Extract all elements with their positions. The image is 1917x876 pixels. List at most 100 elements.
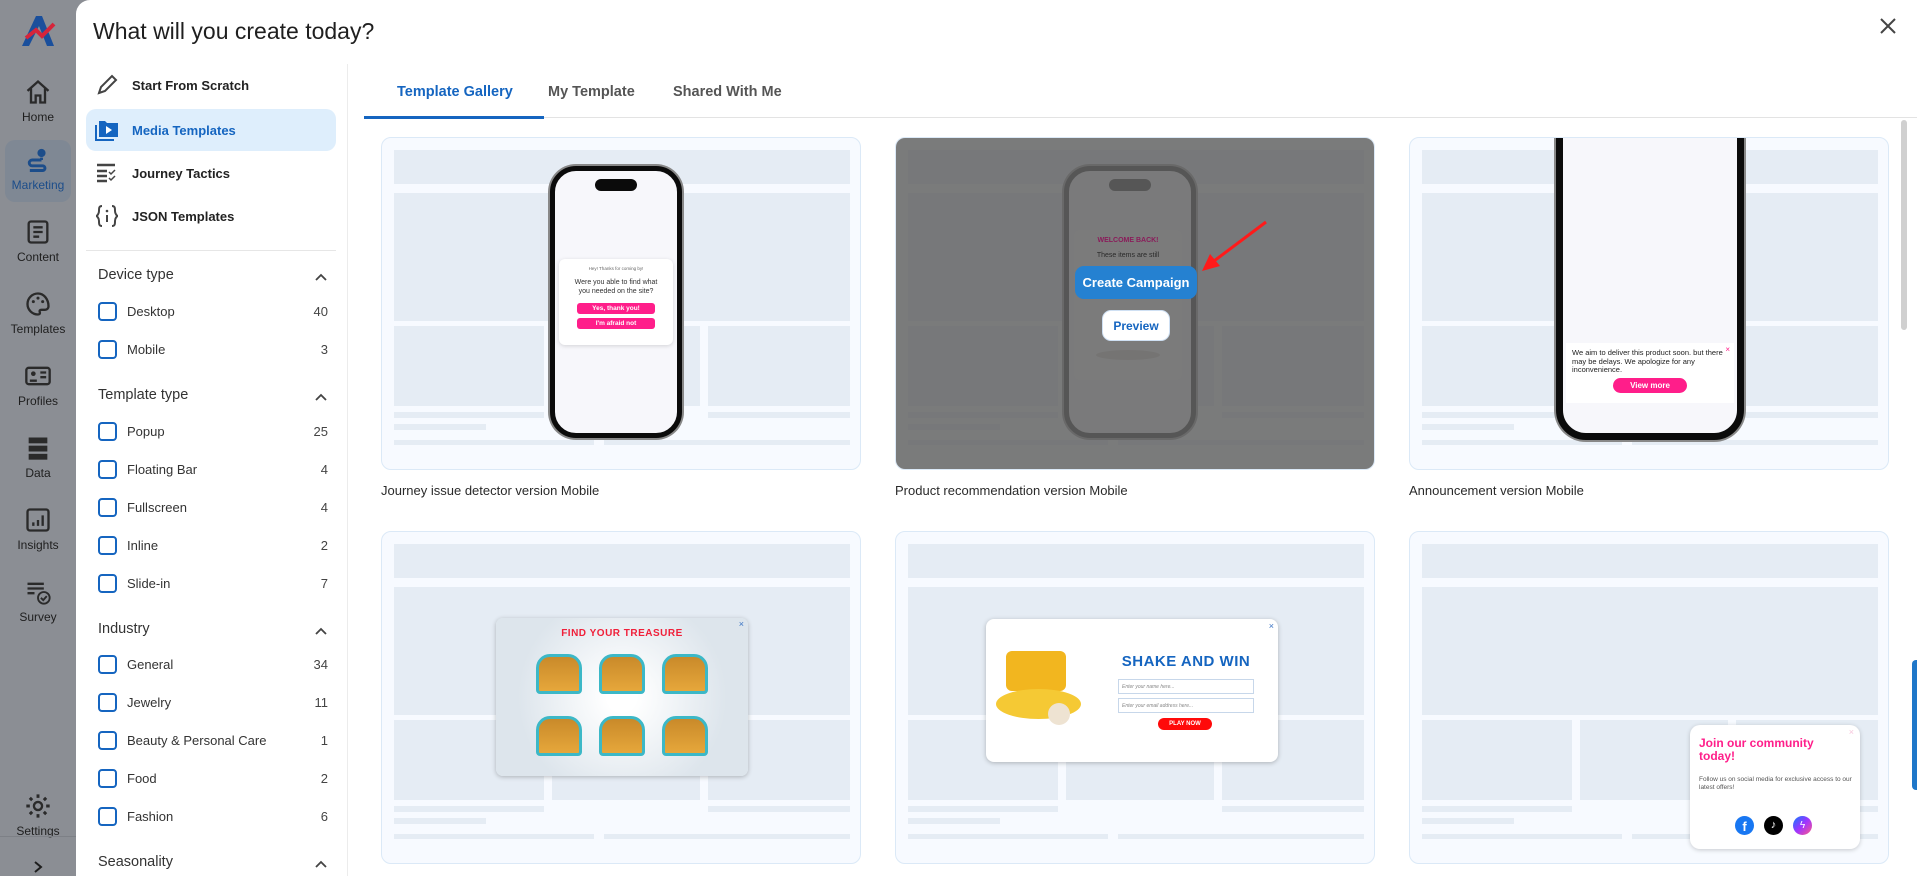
filter-checkbox[interactable]: Mobile 3 — [98, 338, 328, 360]
chevron-up-icon[interactable] — [314, 390, 328, 404]
filter-checkbox[interactable]: General 34 — [98, 653, 328, 675]
treasure-chest-icon — [536, 716, 582, 756]
filter-label: Inline — [127, 537, 159, 553]
nav-survey[interactable]: Survey — [5, 572, 71, 634]
filter-checkbox[interactable]: Floating Bar 4 — [98, 458, 328, 480]
document-icon — [27, 220, 49, 244]
checkbox[interactable] — [98, 459, 117, 479]
phone-mockup: Hey! Thanks for coming by! Were you able… — [550, 166, 682, 438]
nav-insights[interactable]: Insights — [5, 500, 71, 562]
checkbox[interactable] — [98, 768, 117, 788]
skeleton-block — [1422, 400, 1572, 406]
treasure-chest-icon — [662, 654, 708, 694]
popup-preview: Join our community today! Follow us on s… — [1690, 725, 1860, 849]
create-campaign-button[interactable]: Create Campaign — [1075, 266, 1197, 299]
nav-profiles[interactable]: Profiles — [5, 356, 71, 418]
filter-checkbox[interactable]: Fullscreen 4 — [98, 496, 328, 518]
nav-data[interactable]: Data — [5, 428, 71, 490]
skeleton-block — [1222, 806, 1364, 812]
skeleton-block — [1736, 326, 1878, 406]
filter-checkbox[interactable]: Inline 2 — [98, 534, 328, 556]
chevron-up-icon[interactable] — [314, 270, 328, 284]
chevron-right-icon[interactable] — [32, 860, 44, 874]
filter-count: 4 — [320, 499, 328, 515]
skeleton-block — [708, 326, 850, 406]
template-card[interactable]: FIND YOUR TREASURE × — [381, 531, 861, 864]
checkbox[interactable] — [98, 421, 117, 441]
close-icon[interactable] — [1876, 14, 1900, 38]
nav-content[interactable]: Content — [5, 212, 71, 274]
checkbox[interactable] — [98, 692, 117, 712]
popup-question: Were you able to find what you needed on… — [574, 279, 658, 295]
menu-journey-tactics[interactable]: Journey Tactics — [86, 152, 336, 194]
menu-start-from-scratch[interactable]: Start From Scratch — [86, 64, 336, 106]
survey-icon — [27, 582, 51, 605]
tab-my-template[interactable]: My Template — [548, 84, 635, 100]
menu-media-templates[interactable]: Media Templates — [86, 109, 336, 151]
nav-settings[interactable]: Settings — [5, 786, 71, 848]
filter-count: 25 — [313, 423, 328, 439]
filter-label: Popup — [127, 423, 165, 439]
filter-checkbox[interactable]: Desktop 40 — [98, 300, 328, 322]
template-card[interactable]: Hey! Thanks for coming by! Were you able… — [381, 137, 861, 470]
filter-count: 4 — [320, 461, 328, 477]
skeleton-block — [1422, 412, 1572, 418]
checkbox[interactable] — [98, 301, 117, 321]
popup-play-button: PLAY NOW — [1158, 718, 1212, 730]
template-card[interactable]: Join our community today! Follow us on s… — [1409, 531, 1889, 864]
hover-overlay — [896, 138, 1374, 469]
skeleton-block — [394, 424, 486, 430]
filter-checkbox[interactable]: Popup 25 — [98, 420, 328, 442]
filter-heading: Industry — [98, 621, 150, 637]
filter-checkbox[interactable]: Slide-in 7 — [98, 572, 328, 594]
menu-json-templates[interactable]: JSON Templates — [86, 195, 336, 237]
phone-mockup: We aim to deliver this product soon. but… — [1556, 138, 1744, 440]
skeleton-block — [552, 794, 700, 800]
id-card-icon — [25, 366, 51, 386]
chevron-up-icon[interactable] — [314, 624, 328, 638]
nav-label: Insights — [17, 538, 59, 552]
checkbox[interactable] — [98, 535, 117, 555]
tab-template-gallery[interactable]: Template Gallery — [397, 84, 513, 100]
filter-label: Jewelry — [127, 694, 172, 710]
skeleton-block — [1422, 440, 1622, 445]
popup-text: Follow us on social media for exclusive … — [1699, 776, 1852, 791]
filter-checkbox[interactable]: Food 2 — [98, 767, 328, 789]
template-card[interactable]: SHAKE AND WIN Enter your name here... En… — [895, 531, 1375, 864]
checkbox[interactable] — [98, 654, 117, 674]
skeleton-block — [1632, 440, 1878, 445]
feedback-tab[interactable] — [1912, 660, 1917, 790]
popup-text: We aim to deliver this product soon. but… — [1572, 348, 1723, 375]
checkbox[interactable] — [98, 339, 117, 359]
filter-checkbox[interactable]: Fashion 6 — [98, 805, 328, 827]
filter-checkbox[interactable]: Beauty & Personal Care 1 — [98, 729, 328, 751]
nav-marketing[interactable]: Marketing — [5, 140, 71, 202]
skeleton-block — [604, 834, 850, 839]
checkbox[interactable] — [98, 573, 117, 593]
nav-home[interactable]: Home — [5, 72, 71, 134]
popup-heading: SHAKE AND WIN — [1121, 653, 1251, 670]
skeleton-block — [1422, 806, 1572, 812]
treasure-image — [996, 641, 1086, 737]
template-card-hovered[interactable]: WELCOME BACK! These items are still Crea… — [895, 137, 1375, 470]
checkbox[interactable] — [98, 730, 117, 750]
scrollbar[interactable] — [1901, 120, 1907, 330]
skeleton-block — [1422, 424, 1514, 430]
filter-checkbox[interactable]: Jewelry 11 — [98, 691, 328, 713]
filter-label: Fullscreen — [127, 499, 187, 515]
menu-label: Journey Tactics — [132, 165, 231, 181]
tiktok-icon: ♪ — [1764, 816, 1783, 835]
skeleton-block — [1422, 794, 1572, 800]
template-card[interactable]: We aim to deliver this product soon. but… — [1409, 137, 1889, 470]
skeleton-block — [1422, 326, 1572, 406]
treasure-chest-icon — [599, 654, 645, 694]
chart-icon — [26, 508, 50, 532]
filter-label: Desktop — [127, 303, 175, 319]
checkbox[interactable] — [98, 497, 117, 517]
checkbox[interactable] — [98, 806, 117, 826]
chevron-up-icon[interactable] — [314, 857, 328, 871]
filter-label: Fashion — [127, 808, 174, 824]
tab-shared-with-me[interactable]: Shared With Me — [673, 84, 782, 100]
preview-button[interactable]: Preview — [1102, 310, 1170, 341]
nav-templates[interactable]: Templates — [5, 284, 71, 346]
